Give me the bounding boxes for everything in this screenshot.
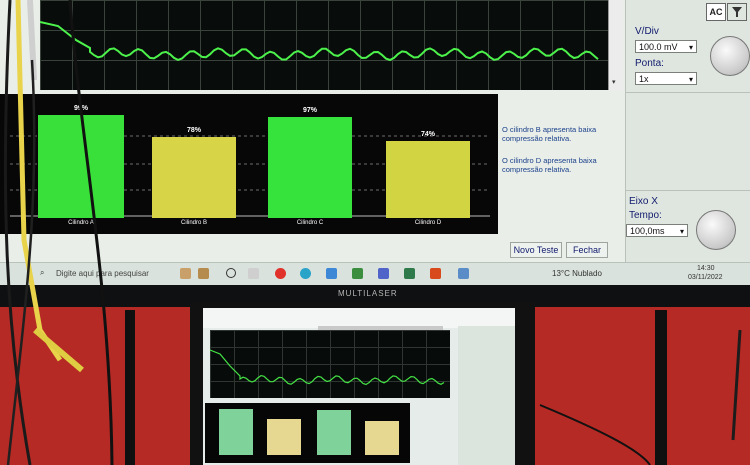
bar-percent-label: 78% [186, 127, 201, 134]
vdiv-select[interactable]: 100.0 mV [635, 40, 697, 54]
app-icon[interactable] [248, 268, 259, 279]
lower-bar-chart [205, 403, 410, 463]
windows-taskbar: ⌕ Digite aqui para pesquisar 13°C Nublad… [0, 262, 750, 285]
lower-bar-0 [219, 409, 253, 455]
opera-icon[interactable] [275, 268, 286, 279]
message-cylinder-b: O cilindro B apresenta baixa compressão … [502, 125, 597, 144]
control-panel: AC V/Div 100.0 mV Ponta: 1x Eixo X Tempo… [625, 0, 750, 265]
store-icon[interactable] [352, 268, 363, 279]
waveform-svg [40, 21, 599, 62]
diagnosis-messages: O cilindro B apresenta baixa compressão … [502, 125, 612, 187]
task-view-icon[interactable] [226, 268, 236, 278]
folder-icon[interactable] [326, 268, 337, 279]
lower-bar-2 [317, 410, 351, 455]
lower-bar-3 [365, 421, 399, 455]
filter-icon [732, 7, 742, 17]
time-label: Tempo: [629, 210, 662, 221]
close-button[interactable]: Fechar [566, 242, 608, 258]
animal-icon [198, 268, 209, 279]
bar-category-label: Cilindro C [296, 220, 324, 226]
bar-percent-label: 99% [73, 105, 88, 112]
trigger-button[interactable] [727, 3, 747, 21]
lower-waveform-trace [210, 349, 445, 386]
probe-label: Ponta: [635, 58, 664, 69]
search-icon[interactable]: ⌕ [40, 268, 44, 278]
bar-cylinder-2 [268, 117, 352, 218]
compression-bar-chart: 99% Cilindro A 78% Cilindro B 97% Cilindro C 7… [0, 94, 498, 234]
monitor-brand-logo: MULTILASER [338, 289, 398, 298]
weather-text: 13°C Nublado [552, 269, 602, 278]
lower-toolbar [203, 308, 515, 328]
edge-icon[interactable] [300, 268, 311, 279]
taskbar-search-input[interactable]: Digite aqui para pesquisar [56, 269, 149, 278]
scope-app-icon[interactable] [458, 268, 469, 279]
bar-category-label: Cilindro D [414, 220, 442, 226]
lower-control-panel [458, 326, 515, 465]
bar-category-label: Cilindro A [68, 220, 94, 226]
ac-coupling-button[interactable]: AC [706, 3, 726, 21]
waveform-trace [40, 21, 599, 62]
lower-waveform-svg [210, 349, 445, 386]
scope-scrollbar[interactable]: ▾ [608, 0, 623, 90]
bar-category-label: Cilindro B [180, 220, 207, 226]
x-axis-label: Eixo X [629, 196, 658, 207]
panel-divider [626, 92, 750, 93]
message-cylinder-d: O cilindro D apresenta baixa compressão … [502, 155, 597, 175]
mail-icon[interactable] [404, 268, 415, 279]
clock-date: 03/11/2022 [688, 274, 723, 281]
vdiv-label: V/Div [635, 26, 659, 37]
clock-time: 14:30 [697, 265, 715, 272]
bar-cylinder-0 [38, 115, 124, 218]
panel-divider-2 [626, 190, 750, 191]
lower-oscilloscope-display [210, 330, 450, 398]
probe-select[interactable]: 1x [635, 72, 697, 86]
bar-percent-label: 97% [302, 107, 317, 114]
time-knob[interactable] [696, 210, 736, 250]
scroll-down-icon[interactable]: ▾ [612, 78, 616, 86]
time-select[interactable]: 100,0ms [626, 224, 688, 238]
bar-percent-label: 74% [420, 131, 435, 138]
office-icon[interactable] [430, 268, 441, 279]
oscilloscope-display [40, 0, 622, 90]
app2-icon[interactable] [378, 268, 389, 279]
upper-monitor-screen: ▾ 99% Cilindro A 78% Cilindro B 97% Cilindro … [0, 0, 750, 285]
bar-cylinder-3 [386, 141, 470, 218]
lower-bar-1 [267, 419, 301, 455]
bar-cylinder-1 [152, 137, 236, 218]
elephant-icon [180, 268, 191, 279]
vdiv-knob[interactable] [710, 36, 750, 76]
new-test-button[interactable]: Novo Teste [510, 242, 562, 258]
